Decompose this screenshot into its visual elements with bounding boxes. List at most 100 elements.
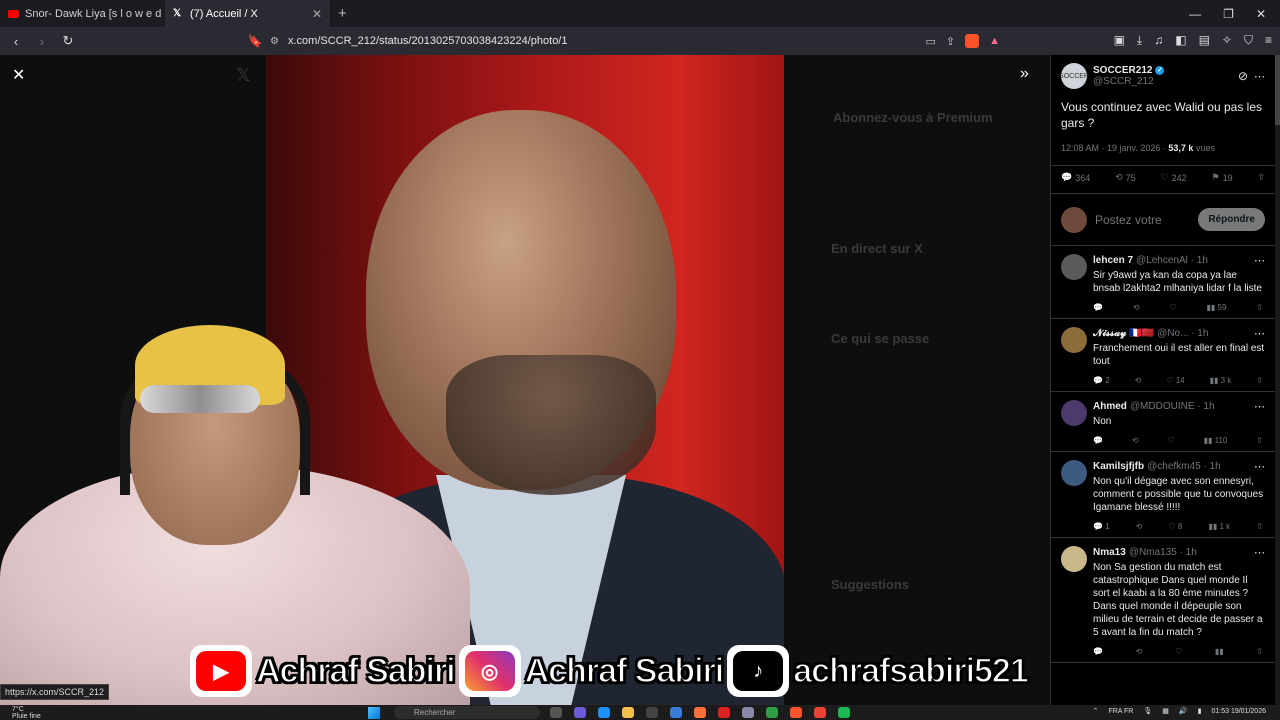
author-avatar[interactable]: SOCCER	[1059, 63, 1089, 89]
screen-icon[interactable]: ▭	[925, 35, 935, 48]
more-options-icon[interactable]: ⋯	[1254, 400, 1265, 413]
reply-author-name[interactable]: Ahmed	[1093, 401, 1127, 412]
views-action[interactable]: ▮▮ 59	[1206, 303, 1226, 312]
share-action[interactable]: ⇧	[1257, 172, 1265, 183]
store-icon[interactable]	[646, 707, 658, 718]
media-player-icon[interactable]	[766, 707, 778, 718]
reply-author-name[interactable]: 𝓝𝓲𝓼𝓼𝓪𝔂 🇫🇷🇲🇦	[1093, 328, 1154, 339]
reply-handle[interactable]: @MDDOUINE · 1h	[1130, 401, 1215, 412]
share-action[interactable]: ⇧	[1256, 376, 1263, 385]
more-options-icon[interactable]: ⋯	[1254, 254, 1265, 267]
mail-icon[interactable]	[670, 707, 682, 718]
battery-icon[interactable]: ▮	[1198, 707, 1202, 715]
views-action[interactable]: ▮▮	[1215, 647, 1224, 656]
brave-rewards-icon[interactable]: ▲	[989, 35, 1000, 47]
reply-author-name[interactable]: Kamilsjfjfb	[1093, 461, 1144, 472]
lang-indicator[interactable]: FRA FR	[1108, 708, 1133, 715]
reply-action[interactable]: 💬 364	[1061, 172, 1090, 183]
app-icon[interactable]	[838, 707, 850, 718]
reply-handle[interactable]: @chefkm45 · 1h	[1147, 461, 1221, 472]
reload-icon[interactable]: ↻	[58, 33, 78, 49]
like-action[interactable]: ♡	[1175, 647, 1182, 656]
post-timestamp[interactable]: 12:08 AM · 19 janv. 2026 ·	[1061, 143, 1168, 153]
more-options-icon[interactable]: ⋯	[1254, 546, 1265, 559]
tab-youtube[interactable]: Snor- Dawk Liya [s l o w e d + reve	[0, 0, 165, 27]
share-action[interactable]: ⇧	[1256, 647, 1263, 656]
reply-avatar[interactable]	[1061, 327, 1087, 353]
reply-item[interactable]: lehcen 7 @LehcenAl · 1h ⋯ Sir y9awd ya kan …	[1051, 246, 1275, 319]
repost-action[interactable]: ⟲	[1135, 376, 1142, 385]
expand-sidebar-button[interactable]: »	[1020, 65, 1029, 83]
media-icon[interactable]: ♫	[1154, 33, 1163, 48]
repost-action[interactable]: ⟲	[1132, 436, 1139, 445]
download-icon[interactable]: ⤓	[1137, 33, 1142, 48]
edge-icon[interactable]	[598, 707, 610, 718]
start-icon[interactable]	[368, 707, 380, 719]
views-action[interactable]: ▮▮ 1 k	[1208, 522, 1230, 531]
scrollbar[interactable]	[1275, 55, 1280, 705]
chat-icon[interactable]	[574, 707, 586, 718]
author-name[interactable]: SOCCER212	[1093, 65, 1152, 76]
reply-action[interactable]: 💬	[1093, 647, 1103, 656]
share-action[interactable]: ⇧	[1256, 303, 1263, 312]
reply-item[interactable]: 𝓝𝓲𝓼𝓼𝓪𝔂 🇫🇷🇲🇦 @No... · 1h ⋯ Franchement oui i…	[1051, 319, 1275, 392]
bookmark-icon[interactable]: 🔖	[240, 34, 270, 48]
url-text[interactable]: x.com/SCCR_212/status/201302570303842322…	[288, 35, 568, 47]
share-icon[interactable]: ⇪	[946, 35, 955, 48]
author-handle[interactable]: @SCCR_212	[1093, 76, 1164, 87]
new-tab-button[interactable]: +	[330, 5, 355, 22]
reply-avatar[interactable]	[1061, 400, 1087, 426]
scrollbar-thumb[interactable]	[1275, 55, 1280, 125]
reply-author-name[interactable]: lehcen 7	[1093, 255, 1133, 266]
opera-icon[interactable]	[718, 707, 730, 718]
sidebar-icon[interactable]: ◧	[1175, 33, 1186, 48]
close-window-button[interactable]: ✕	[1256, 7, 1266, 21]
like-action[interactable]: ♡	[1169, 303, 1176, 312]
reader-icon[interactable]: ▣	[1114, 33, 1125, 48]
reply-action[interactable]: 💬 1	[1093, 522, 1110, 531]
views-action[interactable]: ▮▮ 110	[1204, 436, 1228, 445]
reply-handle[interactable]: @LehcenAl · 1h	[1136, 255, 1208, 266]
views-action[interactable]: ▮▮ 3 k	[1210, 376, 1232, 385]
settings-icon[interactable]	[742, 707, 754, 718]
repost-action[interactable]: ⟲	[1133, 303, 1140, 312]
more-options-icon[interactable]: ⋯	[1254, 70, 1265, 83]
reply-item[interactable]: Kamilsjfjfb @chefkm45 · 1h ⋯ Non qu'il déga…	[1051, 452, 1275, 538]
brave-icon[interactable]	[790, 707, 802, 718]
reply-action[interactable]: 💬	[1093, 303, 1103, 312]
brave-shields-icon[interactable]	[965, 34, 980, 48]
bookmark-action[interactable]: ⚑ 19	[1212, 172, 1233, 183]
wallet-icon[interactable]: ▤	[1199, 33, 1210, 48]
reply-avatar[interactable]	[1061, 460, 1087, 486]
clock[interactable]: 01:53 19/01/2026	[1211, 708, 1266, 715]
reply-item[interactable]: Nma13 @Nma135 · 1h ⋯ Non Sa gestion du matc…	[1051, 538, 1275, 663]
tab-x-home[interactable]: 𝕏 (7) Accueil / X ✕	[165, 0, 330, 27]
like-action[interactable]: ♡ 242	[1161, 172, 1187, 183]
share-action[interactable]: ⇧	[1256, 436, 1263, 445]
chrome-icon[interactable]	[814, 707, 826, 718]
file-explorer-icon[interactable]	[622, 707, 634, 718]
reply-item[interactable]: Ahmed @MDDOUINE · 1h ⋯ Non 💬 ⟲ ♡ ▮▮ 110 ⇧	[1051, 392, 1275, 452]
close-viewer-button[interactable]: ✕	[12, 65, 25, 85]
reply-handle[interactable]: @Nma135 · 1h	[1129, 547, 1197, 558]
close-tab-icon[interactable]: ✕	[312, 7, 322, 21]
reply-author-name[interactable]: Nma13	[1093, 547, 1126, 558]
menu-icon[interactable]: ≡	[1265, 33, 1272, 48]
reply-handle[interactable]: @No... · 1h	[1157, 328, 1208, 339]
firefox-icon[interactable]	[694, 707, 706, 718]
weather-widget[interactable]: 7°C Pluie fine	[0, 706, 120, 720]
address-bar[interactable]: 🔖 ⚙ x.com/SCCR_212/status/20130257030384…	[240, 29, 1000, 53]
reply-input[interactable]: Postez votre	[1095, 213, 1190, 227]
maximize-button[interactable]: ❐	[1223, 7, 1234, 21]
reply-avatar[interactable]	[1061, 546, 1087, 572]
reply-action[interactable]: 💬	[1093, 436, 1103, 445]
back-icon[interactable]: ‹	[6, 34, 26, 49]
tray-chevron-icon[interactable]: ⌃	[1093, 707, 1099, 715]
reply-action[interactable]: 💬 2	[1093, 376, 1110, 385]
grok-icon[interactable]: ⊘	[1238, 69, 1248, 83]
more-options-icon[interactable]: ⋯	[1254, 460, 1265, 473]
volume-icon[interactable]: 🔊	[1179, 707, 1188, 715]
repost-action[interactable]: ⟲	[1136, 647, 1143, 656]
site-info-icon[interactable]: ⚙	[270, 36, 288, 47]
network-icon[interactable]: ▦	[1162, 707, 1169, 715]
